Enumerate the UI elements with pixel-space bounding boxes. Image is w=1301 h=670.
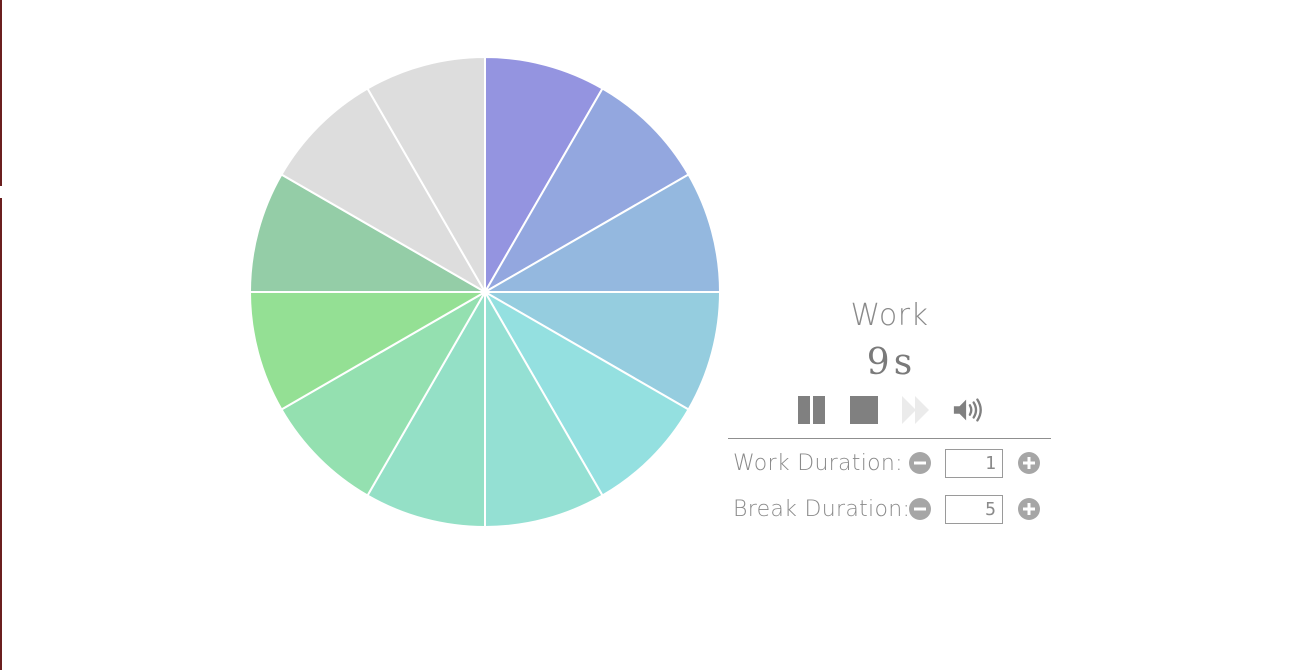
work-duration-row: Work Duration: — [728, 441, 1051, 485]
playback-controls — [728, 390, 1051, 430]
pause-button[interactable] — [796, 394, 828, 426]
minus-circle-icon — [909, 498, 931, 520]
break-decrement-button[interactable] — [908, 497, 932, 521]
volume-icon — [953, 398, 982, 422]
plus-circle-icon — [1018, 452, 1040, 474]
time-readout: 9s — [728, 340, 1051, 386]
pause-icon — [797, 396, 825, 424]
timer-panel: Work 9s Work Duration: 1 Break Duration:… — [728, 290, 1051, 531]
work-duration-label: Work Duration: — [733, 450, 903, 476]
stop-button[interactable] — [848, 394, 880, 426]
work-duration-input[interactable] — [945, 448, 1003, 478]
fast-forward-icon — [901, 396, 929, 424]
volume-button[interactable] — [952, 394, 984, 426]
settings-divider — [728, 438, 1051, 439]
break-increment-button[interactable] — [1017, 497, 1041, 521]
stop-icon — [849, 396, 878, 424]
minus-circle-icon — [909, 452, 931, 474]
work-increment-button[interactable] — [1017, 451, 1041, 475]
time-unit: s — [893, 342, 913, 383]
left-border-notch — [0, 186, 3, 198]
break-duration-label: Break Duration: — [733, 496, 911, 522]
plus-circle-icon — [1018, 498, 1040, 520]
break-duration-input[interactable] — [945, 494, 1003, 524]
phase-label: Work — [850, 298, 929, 333]
break-duration-row: Break Duration: — [728, 487, 1051, 531]
skip-button[interactable] — [900, 394, 932, 426]
left-border — [0, 0, 2, 670]
time-value: 9 — [866, 342, 890, 383]
work-decrement-button[interactable] — [908, 451, 932, 475]
progress-wheel — [248, 55, 722, 529]
